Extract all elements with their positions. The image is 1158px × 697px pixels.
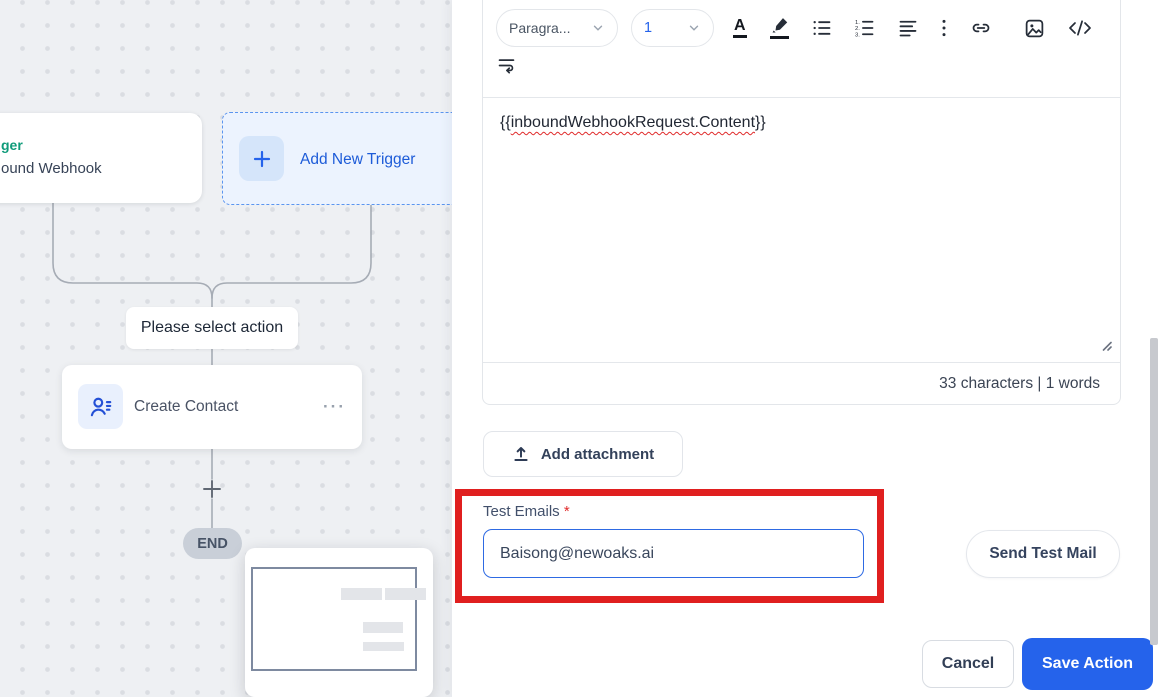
add-action-plus-icon[interactable] (203, 480, 221, 498)
add-attachment-label: Add attachment (540, 445, 655, 463)
test-emails-label: Test Emails * (483, 503, 570, 520)
send-test-mail-button[interactable]: Send Test Mail (966, 530, 1120, 578)
inbound-webhook-trigger-card[interactable]: ger ound Webhook (0, 113, 202, 203)
image-icon[interactable] (1024, 18, 1045, 39)
preview-placeholder-bar (363, 642, 404, 651)
svg-text:1.: 1. (855, 20, 860, 26)
preview-placeholder-bar (385, 588, 426, 600)
code-icon[interactable] (1068, 18, 1092, 38)
preview-frame (251, 567, 417, 671)
scrollbar-thumb[interactable] (1150, 338, 1158, 645)
workflow-end-badge: END (183, 528, 242, 559)
resize-handle-icon[interactable] (1100, 338, 1112, 356)
text-color-icon[interactable]: A (733, 18, 747, 38)
email-action-panel: Paragra... 1 A 1. 2. 3. {{inboundWebhook… (452, 0, 1158, 697)
chevron-down-icon (593, 25, 603, 31)
merge-field-suffix: }} (755, 114, 766, 131)
kebab-more-icon[interactable] (941, 18, 947, 38)
create-contact-label: Create Contact (134, 398, 239, 415)
plus-icon (239, 136, 284, 181)
paragraph-style-value: Paragra... (509, 20, 571, 36)
upload-icon (514, 447, 528, 461)
font-size-dropdown[interactable]: 1 (631, 9, 714, 47)
link-icon[interactable] (970, 18, 992, 38)
email-body-editor[interactable]: {{inboundWebhookRequest.Content}} (483, 98, 1120, 362)
add-attachment-button[interactable]: Add attachment (483, 431, 683, 477)
svg-text:2.: 2. (855, 26, 860, 32)
merge-field-prefix: {{ (500, 114, 511, 131)
trigger-card-title: ger (1, 137, 23, 153)
align-icon[interactable] (898, 18, 918, 38)
editor-toolbar: Paragra... 1 A 1. 2. 3. (483, 0, 1120, 98)
rich-text-editor: Paragra... 1 A 1. 2. 3. {{inboundWebhook… (482, 0, 1121, 405)
select-action-label: Please select action (126, 307, 298, 349)
workflow-canvas: ger ound Webhook Add New Trigger Please … (0, 0, 520, 697)
test-emails-input[interactable] (483, 529, 864, 578)
annotation-highlight-box: Test Emails * (455, 489, 884, 603)
character-counter: 33 characters | 1 words (483, 362, 1120, 404)
highlighter-icon[interactable] (769, 17, 789, 39)
save-action-button[interactable]: Save Action (1022, 638, 1153, 690)
bullet-list-icon[interactable] (812, 18, 832, 38)
font-size-value: 1 (644, 20, 653, 36)
merge-field-variable: inboundWebhookRequest.Content (510, 114, 756, 131)
chevron-down-icon (689, 25, 699, 31)
cancel-button[interactable]: Cancel (922, 640, 1014, 688)
trigger-card-subtitle: ound Webhook (1, 160, 102, 177)
preview-placeholder-bar (363, 622, 403, 633)
preview-thumbnail-card (245, 548, 433, 697)
create-contact-action-card[interactable]: Create Contact ··· (62, 365, 362, 449)
numbered-list-icon[interactable]: 1. 2. 3. (855, 18, 875, 38)
svg-text:3.: 3. (855, 32, 860, 38)
ellipsis-menu-icon[interactable]: ··· (323, 365, 346, 449)
paragraph-style-dropdown[interactable]: Paragra... (496, 9, 618, 47)
add-new-trigger-label: Add New Trigger (300, 150, 416, 168)
required-asterisk: * (563, 503, 570, 520)
contact-icon (78, 384, 123, 429)
wrap-text-icon[interactable] (496, 57, 516, 74)
preview-placeholder-bar (341, 588, 382, 600)
